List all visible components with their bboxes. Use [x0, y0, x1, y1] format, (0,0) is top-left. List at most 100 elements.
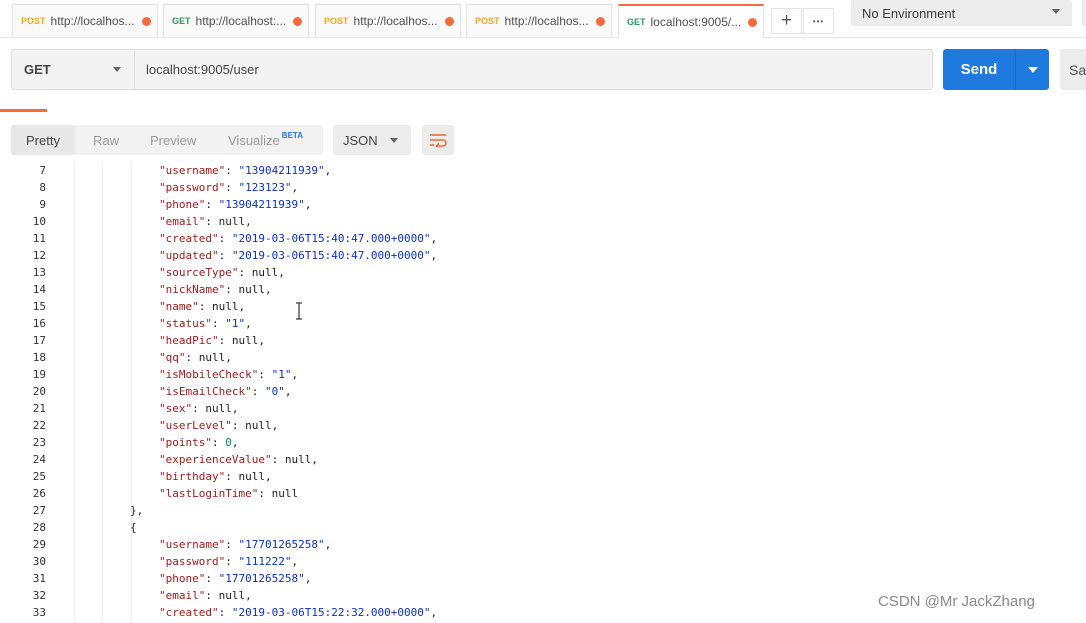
- send-button[interactable]: Send: [943, 49, 1049, 90]
- new-tab-button[interactable]: +: [771, 8, 802, 34]
- code-text: "sex": null,: [159, 402, 239, 415]
- line-number: 15: [32, 300, 46, 313]
- code-line: 8 "password": "123123",: [0, 179, 1086, 196]
- json-value: null: [238, 470, 265, 483]
- code-line: 20 "isEmailCheck": "0",: [0, 383, 1086, 400]
- code-line: 12 "updated": "2019-03-06T15:40:47.000+00…: [0, 247, 1086, 264]
- line-number: 16: [32, 317, 46, 330]
- watermark: CSDN @Mr JackZhang: [878, 593, 1035, 610]
- json-value: null: [205, 402, 232, 415]
- save-button[interactable]: Sa: [1060, 49, 1086, 90]
- unsaved-dot-icon: [748, 17, 757, 27]
- json-key: lastLoginTime: [165, 487, 252, 500]
- view-tab-label: Preview: [150, 132, 197, 148]
- json-key: birthday: [165, 470, 219, 483]
- json-key: status: [165, 317, 206, 330]
- send-label: Send: [960, 61, 998, 78]
- json-value: "13904211939": [218, 198, 305, 211]
- json-key: experienceValue: [165, 453, 265, 466]
- line-number: 32: [32, 589, 46, 602]
- ellipsis-icon: •••: [812, 16, 825, 26]
- code-text: "updated": "2019-03-06T15:40:47.000+0000…: [159, 249, 438, 262]
- code-text: "nickName": null,: [159, 283, 272, 296]
- wrap-lines-button[interactable]: [422, 125, 454, 155]
- json-key: email: [165, 589, 199, 602]
- code-text: "lastLoginTime": null: [159, 487, 299, 500]
- code-line: 28 {: [0, 519, 1086, 536]
- line-number: 19: [32, 368, 46, 381]
- save-label: Sa: [1069, 61, 1086, 78]
- request-tab-active[interactable]: GET localhost:9005/...: [618, 4, 764, 38]
- send-split-divider: [1015, 49, 1016, 90]
- response-format-label: JSON: [343, 132, 378, 148]
- json-key: password: [165, 555, 219, 568]
- code-text: "email": null,: [159, 215, 252, 228]
- line-number: 17: [32, 334, 46, 347]
- response-body-code[interactable]: 7 "username": "13904211939", 8 "password": …: [0, 162, 1086, 623]
- line-number: 26: [32, 487, 46, 500]
- tab-url: http://localhos...: [50, 14, 135, 28]
- json-key: phone: [165, 198, 199, 211]
- request-tab-2[interactable]: GET http://localhost:...: [163, 4, 309, 37]
- line-number: 18: [32, 351, 46, 364]
- code-text: "phone": "13904211939",: [159, 198, 312, 211]
- json-key: userLevel: [165, 419, 226, 432]
- json-key: username: [165, 164, 219, 177]
- request-tab-1[interactable]: POST http://localhos...: [12, 4, 158, 37]
- code-text: "password": "111222",: [159, 555, 299, 568]
- code-line: 7 "username": "13904211939",: [0, 162, 1086, 179]
- line-number: 20: [32, 385, 46, 398]
- json-value: "17701265258": [218, 572, 305, 585]
- json-value: null: [231, 334, 259, 347]
- json-value: null: [245, 419, 272, 432]
- more-tabs-button[interactable]: •••: [803, 8, 834, 34]
- http-method-select[interactable]: GET: [11, 49, 134, 90]
- code-line: 15 "name": null,: [0, 298, 1086, 315]
- request-tab-4[interactable]: POST http://localhos...: [466, 4, 612, 37]
- http-method-label: GET: [24, 62, 51, 77]
- json-key: updated: [165, 249, 212, 262]
- tab-method: POST: [324, 16, 349, 26]
- line-number: 11: [32, 232, 46, 245]
- line-number: 31: [32, 572, 46, 585]
- view-tab-raw[interactable]: Raw: [93, 125, 119, 155]
- code-text: "points": 0,: [159, 436, 239, 449]
- json-key: username: [165, 538, 219, 551]
- code-text: "username": "13904211939",: [159, 164, 332, 177]
- json-key: sex: [165, 402, 186, 415]
- code-line: 30 "password": "111222",: [0, 553, 1086, 570]
- json-key: isMobileCheck: [165, 368, 252, 381]
- json-value: 0: [225, 436, 232, 449]
- code-text: "experienceValue": null,: [159, 453, 318, 466]
- tab-url: http://localhost:...: [195, 14, 287, 28]
- line-number: 29: [32, 538, 46, 551]
- code-text: "sourceType": null,: [159, 266, 285, 279]
- send-options-chevron-icon[interactable]: [1028, 66, 1038, 73]
- json-key: headPic: [165, 334, 212, 347]
- chevron-down-icon: [1052, 9, 1060, 14]
- environment-selected-label: No Environment: [862, 5, 956, 21]
- line-number: 8: [39, 181, 46, 194]
- line-number: 28: [32, 521, 46, 534]
- environment-quick-look-button[interactable]: [1082, 0, 1086, 26]
- code-line: 9 "phone": "13904211939",: [0, 196, 1086, 213]
- json-value: "13904211939": [238, 164, 325, 177]
- response-format-select[interactable]: JSON: [333, 125, 411, 155]
- line-number: 12: [32, 249, 46, 262]
- environment-select[interactable]: No Environment: [851, 0, 1072, 26]
- view-tab-preview[interactable]: Preview: [150, 125, 196, 155]
- code-text: "status": "1",: [159, 317, 252, 330]
- view-tab-pretty[interactable]: Pretty: [11, 125, 75, 155]
- code-line: 14 "nickName": null,: [0, 281, 1086, 298]
- chevron-down-icon: [390, 138, 398, 143]
- request-url-input[interactable]: [134, 49, 933, 90]
- json-key: email: [165, 215, 199, 228]
- json-value: null: [212, 300, 239, 313]
- code-line: 31 "phone": "17701265258",: [0, 570, 1086, 587]
- json-key: nickName: [165, 283, 219, 296]
- code-text: "isMobileCheck": "1",: [159, 368, 299, 381]
- code-text: "birthday": null,: [159, 470, 272, 483]
- request-tab-3[interactable]: POST http://localhos...: [315, 4, 461, 37]
- view-tab-visualize[interactable]: Visualize BETA: [228, 125, 303, 155]
- line-number: 33: [32, 606, 46, 619]
